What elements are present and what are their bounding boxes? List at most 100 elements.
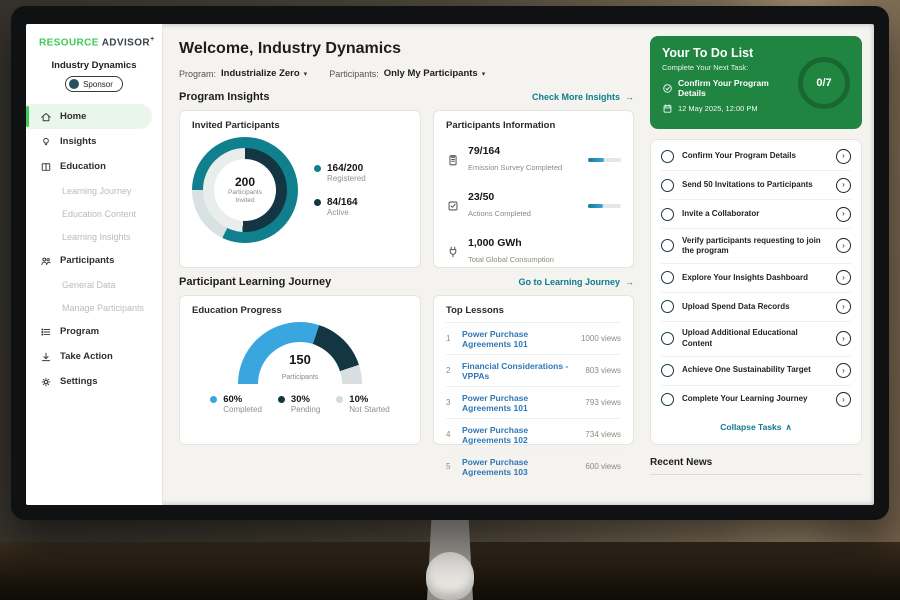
sidebar-item-education[interactable]: Education: [26, 154, 162, 179]
task-row[interactable]: Confirm Your Program Details ›: [661, 142, 851, 171]
collapse-tasks-button[interactable]: Collapse Tasks∧: [661, 414, 851, 442]
legend-value: 10%: [349, 394, 389, 405]
task-checkbox[interactable]: [661, 364, 674, 377]
lesson-link[interactable]: Power Purchase Agreements 103: [462, 457, 577, 477]
legend-dot-gray: [336, 396, 343, 403]
chevron-right-icon[interactable]: ›: [836, 149, 851, 164]
chevron-up-icon: ∧: [786, 422, 792, 432]
chevron-right-icon[interactable]: ›: [836, 207, 851, 222]
lesson-link[interactable]: Power Purchase Agreements 101: [462, 329, 573, 349]
go-to-learning-journey-link[interactable]: Go to Learning Journey →: [518, 277, 634, 287]
sidebar-item-label: Learning Insights: [62, 232, 131, 242]
donut-center-value: 200: [235, 175, 255, 189]
lesson-rank: 2: [446, 366, 454, 375]
sidebar-item-label: Insights: [60, 136, 96, 147]
lightbulb-icon: [40, 136, 52, 148]
gauge-center-label: Participants: [282, 374, 319, 381]
card-title: Top Lessons: [446, 305, 621, 323]
sidebar-item-insights[interactable]: Insights: [26, 129, 162, 154]
check-more-insights-link[interactable]: Check More Insights →: [532, 92, 634, 102]
task-checkbox[interactable]: [661, 208, 674, 221]
legend-dot-navy: [314, 199, 321, 206]
todo-progress-value: 0/7: [816, 77, 831, 89]
task-label: Confirm Your Program Details: [682, 151, 828, 161]
legend-item-not-started: 10%Not Started: [336, 394, 389, 414]
task-row[interactable]: Verify participants requesting to join t…: [661, 229, 851, 264]
filters-bar: Program: Industrialize Zero ▾ Participan…: [179, 68, 634, 79]
info-row-emission-survey: 79/164 Emission Survey Completed: [446, 137, 621, 183]
top-lessons-card: Top Lessons 1 Power Purchase Agreements …: [433, 295, 634, 445]
list-icon: [40, 326, 52, 338]
cable-coil: [426, 552, 474, 600]
sidebar-item-take-action[interactable]: Take Action: [26, 344, 162, 369]
card-title: Education Progress: [192, 305, 408, 316]
gear-icon: [40, 376, 52, 388]
sidebar-item-learning-journey[interactable]: Learning Journey: [26, 179, 162, 202]
task-checkbox[interactable]: [661, 150, 674, 163]
lesson-row: 3 Power Purchase Agreements 101 793 view…: [446, 387, 621, 419]
task-label: Upload Spend Data Records: [682, 302, 828, 312]
task-row[interactable]: Send 50 Invitations to Participants ›: [661, 171, 851, 200]
task-label: Verify participants requesting to join t…: [682, 236, 828, 257]
sidebar-item-general-data[interactable]: General Data: [26, 273, 162, 296]
legend-label: Registered: [327, 174, 366, 183]
sidebar-item-settings[interactable]: Settings: [26, 369, 162, 394]
task-checkbox[interactable]: [661, 179, 674, 192]
task-row[interactable]: Achieve One Sustainability Target ›: [661, 357, 851, 386]
sponsor-icon: [69, 79, 79, 89]
legend-value: 164/200: [327, 163, 366, 174]
sidebar-item-education-content[interactable]: Education Content: [26, 202, 162, 225]
sidebar-item-label: Program: [60, 326, 99, 337]
program-insights-cards: Invited Participants 200 Participants In…: [179, 110, 634, 268]
section-title: Program Insights: [179, 91, 269, 103]
lesson-rank: 4: [446, 430, 454, 439]
dashboard-screen: RESOURCE ADVISOR+ Industry Dynamics Spon…: [26, 24, 874, 505]
sidebar-item-label: Education Content: [62, 209, 136, 219]
sidebar-item-learning-insights[interactable]: Learning Insights: [26, 225, 162, 248]
task-checkbox[interactable]: [661, 393, 674, 406]
download-icon: [40, 351, 52, 363]
task-checkbox[interactable]: [661, 239, 674, 252]
lesson-link[interactable]: Financial Considerations - VPPAs: [462, 361, 577, 381]
chevron-right-icon[interactable]: ›: [836, 299, 851, 314]
legend-dot-teal: [314, 165, 321, 172]
lesson-link[interactable]: Power Purchase Agreements 102: [462, 425, 577, 445]
todo-subtitle: Complete Your Next Task:: [662, 63, 792, 72]
sidebar-item-home[interactable]: Home: [26, 104, 152, 129]
chevron-right-icon[interactable]: ›: [836, 331, 851, 346]
participants-select-value: Only My Participants: [384, 68, 478, 79]
logo-resource: RESOURCE: [39, 37, 99, 48]
legend-label: Pending: [291, 405, 320, 414]
invited-participants-card: Invited Participants 200 Participants In…: [179, 110, 421, 268]
main-content: Welcome, Industry Dynamics Program: Indu…: [163, 24, 650, 505]
program-select-label: Program:: [179, 69, 216, 79]
info-value: 23/50: [468, 191, 580, 203]
chevron-right-icon[interactable]: ›: [836, 392, 851, 407]
sponsor-badge[interactable]: Sponsor: [65, 76, 123, 92]
task-row[interactable]: Upload Spend Data Records ›: [661, 293, 851, 322]
task-checkbox[interactable]: [661, 332, 674, 345]
sidebar-item-program[interactable]: Program: [26, 319, 162, 344]
legend-value: 30%: [291, 394, 320, 405]
sidebar-item-participants[interactable]: Participants: [26, 248, 162, 273]
task-row[interactable]: Complete Your Learning Journey ›: [661, 386, 851, 414]
donut-legend: 164/200Registered 84/164Active: [314, 163, 366, 217]
participants-select[interactable]: Participants: Only My Participants ▾: [329, 68, 485, 79]
lesson-views: 734 views: [585, 430, 621, 439]
lesson-link[interactable]: Power Purchase Agreements 101: [462, 393, 577, 413]
legend-item-pending: 30%Pending: [278, 394, 320, 414]
chevron-right-icon[interactable]: ›: [836, 178, 851, 193]
task-row[interactable]: Invite a Collaborator ›: [661, 200, 851, 229]
task-row[interactable]: Explore Your Insights Dashboard ›: [661, 264, 851, 293]
card-title: Participants Information: [446, 120, 621, 131]
sidebar-item-manage-participants[interactable]: Manage Participants: [26, 296, 162, 319]
chevron-right-icon[interactable]: ›: [836, 238, 851, 253]
todo-next-task[interactable]: Confirm Your Program Details: [662, 78, 792, 98]
program-select[interactable]: Program: Industrialize Zero ▾: [179, 68, 307, 79]
task-checkbox[interactable]: [661, 300, 674, 313]
task-row[interactable]: Upload Additional Educational Content ›: [661, 322, 851, 357]
chevron-right-icon[interactable]: ›: [836, 270, 851, 285]
task-checkbox[interactable]: [661, 271, 674, 284]
chevron-right-icon[interactable]: ›: [836, 363, 851, 378]
desk-photo-background: RESOURCE ADVISOR+ Industry Dynamics Spon…: [0, 0, 900, 600]
